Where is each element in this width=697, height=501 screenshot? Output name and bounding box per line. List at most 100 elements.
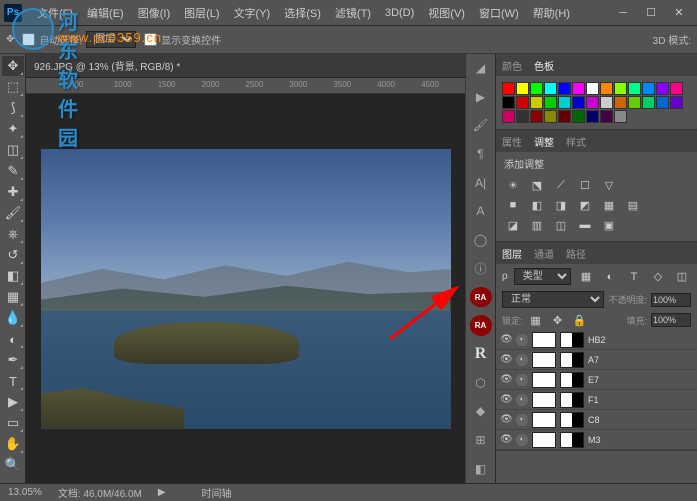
gradient-tool[interactable]: ▦	[2, 287, 24, 307]
swatch[interactable]	[642, 82, 655, 95]
visibility-icon[interactable]: 👁	[500, 334, 512, 345]
dock-cube-icon[interactable]: ◆	[470, 401, 492, 422]
visibility-icon[interactable]: 👁	[500, 414, 512, 425]
dock-layers-icon[interactable]: ◧	[470, 458, 492, 479]
adj-vibrance-icon[interactable]: ▽	[600, 177, 618, 193]
shape-tool[interactable]: ▭	[2, 413, 24, 433]
adj-levels-icon[interactable]: ⬔	[528, 177, 546, 193]
zoom-tool[interactable]: 🔍	[2, 455, 24, 475]
adj-photo-filter-icon[interactable]: ◩	[576, 197, 594, 213]
adj-exposure-icon[interactable]: ☐	[576, 177, 594, 193]
adj-balance-icon[interactable]: ◧	[528, 197, 546, 213]
swatch[interactable]	[530, 96, 543, 109]
dock-play-icon[interactable]: ▶	[470, 87, 492, 108]
menu-view[interactable]: 视图(V)	[421, 1, 472, 25]
blend-mode-select[interactable]: 正常	[502, 291, 604, 308]
hand-tool[interactable]: ✋	[2, 434, 24, 454]
dock-character-icon[interactable]: A|	[470, 172, 492, 193]
swatch[interactable]	[656, 96, 669, 109]
adj-gradient-map-icon[interactable]: ▬	[576, 217, 594, 233]
layer-row[interactable]: 👁◐A7	[496, 350, 697, 370]
swatch[interactable]	[614, 110, 627, 123]
show-transform-checkbox[interactable]	[144, 33, 157, 46]
canvas-image[interactable]	[41, 149, 451, 429]
tab-swatches[interactable]: 色板	[534, 58, 554, 73]
filter-pixel-icon[interactable]: ▦	[577, 269, 595, 285]
layer-row[interactable]: 👁◐HB2	[496, 330, 697, 350]
brush-tool[interactable]: 🖌	[2, 203, 24, 223]
swatch[interactable]	[614, 96, 627, 109]
crop-tool[interactable]: ◫	[2, 140, 24, 160]
swatch[interactable]	[600, 82, 613, 95]
swatch[interactable]	[614, 82, 627, 95]
adj-lookup-icon[interactable]: ▤	[624, 197, 642, 213]
menu-select[interactable]: 选择(S)	[277, 1, 328, 25]
swatch[interactable]	[628, 96, 641, 109]
menu-filter[interactable]: 滤镜(T)	[328, 1, 378, 25]
layer-row[interactable]: 👁◐M3	[496, 430, 697, 450]
type-tool[interactable]: T	[2, 371, 24, 391]
swatch[interactable]	[516, 82, 529, 95]
menu-layer[interactable]: 图层(L)	[177, 1, 226, 25]
eraser-tool[interactable]: ◧	[2, 266, 24, 286]
dock-actions-icon[interactable]: ◯	[470, 230, 492, 251]
swatch[interactable]	[600, 96, 613, 109]
tab-layers[interactable]: 图层	[502, 246, 522, 261]
swatch[interactable]	[558, 96, 571, 109]
dock-3d-icon[interactable]: ⬡	[470, 373, 492, 394]
adj-invert-icon[interactable]: ◪	[504, 217, 522, 233]
swatch[interactable]	[572, 96, 585, 109]
swatch[interactable]	[600, 110, 613, 123]
swatch[interactable]	[502, 110, 515, 123]
dock-glyph-icon[interactable]: A	[470, 201, 492, 222]
swatch[interactable]	[544, 110, 557, 123]
status-zoom[interactable]: 13.05%	[8, 487, 42, 498]
dock-ra1-icon[interactable]: RA	[470, 287, 492, 308]
opacity-input[interactable]	[651, 293, 691, 307]
blur-tool[interactable]: 💧	[2, 308, 24, 328]
menu-window[interactable]: 窗口(W)	[472, 1, 526, 25]
swatch[interactable]	[516, 96, 529, 109]
adj-hue-icon[interactable]: ■	[504, 197, 522, 213]
status-doc[interactable]: 文档: 46.0M/46.0M	[58, 485, 142, 500]
status-timeline[interactable]: 时间轴	[202, 485, 232, 500]
swatch[interactable]	[544, 96, 557, 109]
healing-tool[interactable]: ✚	[2, 182, 24, 202]
adj-threshold-icon[interactable]: ◫	[552, 217, 570, 233]
adj-posterize-icon[interactable]: ▥	[528, 217, 546, 233]
document-tab[interactable]: 926.JPG @ 13% (背景, RGB/8) *	[34, 58, 180, 73]
dock-r-icon[interactable]: R	[470, 344, 492, 365]
adj-bw-icon[interactable]: ◨	[552, 197, 570, 213]
filter-smart-icon[interactable]: ◫	[673, 269, 691, 285]
marquee-tool[interactable]: ⬚	[2, 77, 24, 97]
menu-image[interactable]: 图像(I)	[131, 1, 177, 25]
swatch[interactable]	[670, 82, 683, 95]
adj-mixer-icon[interactable]: ▦	[600, 197, 618, 213]
tab-styles[interactable]: 样式	[566, 134, 586, 149]
visibility-icon[interactable]: 👁	[500, 434, 512, 445]
swatch[interactable]	[642, 96, 655, 109]
tab-color[interactable]: 颜色	[502, 58, 522, 73]
swatch[interactable]	[628, 82, 641, 95]
lasso-tool[interactable]: ⟆	[2, 98, 24, 118]
auto-select-dropdown[interactable]: 图层	[86, 31, 136, 48]
dock-ra2-icon[interactable]: RA	[470, 315, 492, 336]
auto-select-checkbox[interactable]	[22, 33, 35, 46]
menu-3d[interactable]: 3D(D)	[378, 3, 421, 23]
swatch[interactable]	[502, 82, 515, 95]
visibility-icon[interactable]: 👁	[500, 394, 512, 405]
lock-position-icon[interactable]: ✥	[549, 312, 567, 328]
swatch[interactable]	[530, 82, 543, 95]
eyedropper-tool[interactable]: ✎	[2, 161, 24, 181]
window-maximize[interactable]: ☐	[637, 3, 665, 23]
stamp-tool[interactable]: ⎈	[2, 224, 24, 244]
lock-all-icon[interactable]: 🔒	[571, 312, 589, 328]
pen-tool[interactable]: ✒	[2, 350, 24, 370]
swatch[interactable]	[516, 110, 529, 123]
fill-input[interactable]	[651, 313, 691, 327]
swatch[interactable]	[544, 82, 557, 95]
path-select-tool[interactable]: ▶	[2, 392, 24, 412]
window-minimize[interactable]: ─	[609, 3, 637, 23]
layer-filter-kind[interactable]: 类型	[514, 268, 571, 285]
layer-row[interactable]: 👁◐C8	[496, 410, 697, 430]
